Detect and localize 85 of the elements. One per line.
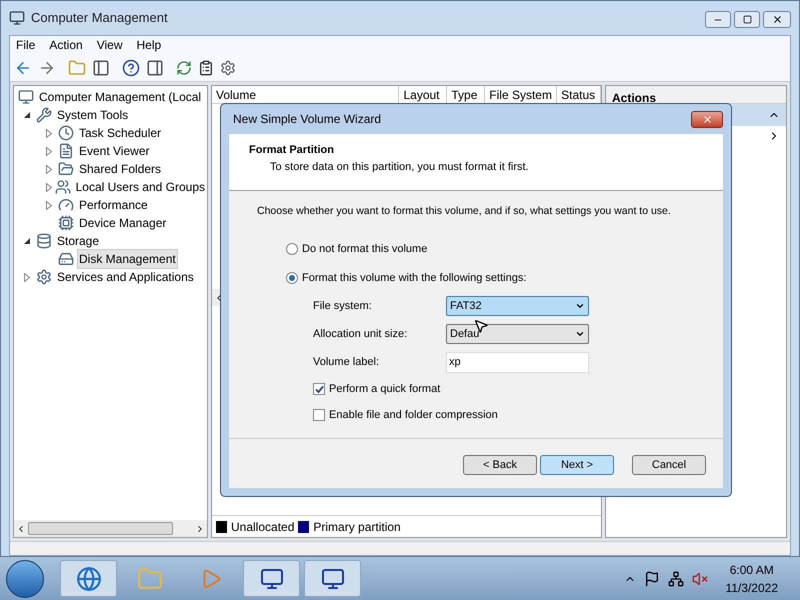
tree-item[interactable]: System Tools: [55, 105, 130, 125]
tree-item[interactable]: Local Users and Groups: [74, 177, 207, 197]
radio-label: Format this volume with the following settings:: [302, 270, 526, 286]
collapsed-arrow-icon[interactable]: [46, 146, 52, 156]
clock-icon: [58, 125, 74, 141]
collapsed-arrow-icon[interactable]: [46, 182, 52, 192]
tree-item[interactable]: Disk Management: [77, 249, 178, 269]
expanded-arrow-icon[interactable]: [24, 238, 30, 244]
computer-icon: [9, 10, 25, 26]
close-icon: [772, 14, 782, 25]
close-button[interactable]: [691, 110, 723, 128]
field-label: Allocation unit size:: [313, 326, 408, 342]
drive-icon: [58, 251, 74, 267]
start-button[interactable]: [6, 560, 44, 598]
network-icon[interactable]: [668, 570, 684, 586]
tree-item[interactable]: Device Manager: [77, 213, 168, 233]
instruction-text: Choose whether you want to format this volume, and if so, what settings you want to use.: [257, 204, 671, 218]
collapsed-arrow-icon[interactable]: [46, 200, 52, 210]
scrollbar-drawing[interactable]: [14, 520, 207, 537]
gear-icon[interactable]: [220, 60, 236, 76]
maximize-button[interactable]: [734, 11, 760, 28]
gear-icon: [36, 269, 52, 285]
checkbox[interactable]: [313, 408, 325, 421]
page-heading: Format Partition: [249, 143, 335, 158]
tree-item[interactable]: Shared Folders: [77, 159, 164, 179]
panel-icon[interactable]: [92, 58, 110, 76]
dialog-title: New Simple Volume Wizard: [233, 111, 382, 128]
globe-icon: [76, 566, 102, 592]
input-field[interactable]: xp: [446, 352, 589, 372]
actions-header: Actions: [612, 91, 656, 105]
menu-item[interactable]: Action: [49, 36, 83, 54]
tree-item[interactable]: Task Scheduler: [77, 123, 164, 143]
menu-item[interactable]: File: [16, 36, 36, 54]
flag-icon[interactable]: [644, 570, 660, 586]
tree-item[interactable]: Event Viewer: [77, 141, 152, 161]
taskbar-button[interactable]: [304, 560, 361, 597]
tree-item[interactable]: Performance: [77, 195, 150, 215]
tree-item[interactable]: Computer Management (Local: [37, 87, 204, 107]
legend-label: Primary partition: [313, 518, 401, 536]
collapsed-arrow-icon[interactable]: [24, 272, 30, 282]
computer-icon: [320, 566, 344, 590]
computer-icon: [260, 566, 284, 590]
legend-label: Unallocated: [231, 518, 294, 536]
panel-icon[interactable]: [146, 58, 164, 76]
taskbar-button[interactable]: [243, 560, 300, 597]
chip-icon: [58, 215, 74, 231]
tree-item[interactable]: Services and Applications: [55, 267, 196, 287]
wizard-button[interactable]: < Back: [463, 454, 537, 475]
radio-button[interactable]: [286, 272, 298, 284]
users-icon: [54, 179, 71, 195]
log-icon: [58, 143, 74, 159]
wizard-button[interactable]: Cancel: [632, 454, 706, 475]
close-icon: [702, 114, 712, 124]
radio-label: Do not format this volume: [302, 242, 428, 257]
wrench-icon: [36, 107, 52, 123]
folder-icon: [58, 161, 74, 177]
menu-item[interactable]: View: [96, 36, 122, 54]
dropdown-field[interactable]: FAT32: [446, 296, 589, 316]
clock-date[interactable]: 11/3/2022: [726, 578, 778, 596]
window-title: Computer Management: [31, 9, 168, 28]
taskbar-button[interactable]: [60, 560, 117, 597]
field-label: Volume label:: [313, 354, 380, 370]
checkbox-label: Enable file and folder compression: [329, 408, 498, 422]
collapsed-arrow-icon[interactable]: [46, 128, 52, 138]
clock-time[interactable]: 6:00 AM: [730, 560, 774, 578]
maximize-icon: [742, 15, 752, 24]
dropdown-field[interactable]: Defau: [446, 324, 589, 344]
wizard-button[interactable]: Next >: [540, 454, 614, 475]
collapsed-arrow-icon[interactable]: [46, 164, 52, 174]
computer-icon: [18, 89, 34, 105]
page-subheading: To store data on this partition, you must format it first.: [270, 160, 530, 174]
folder-icon: [136, 566, 162, 592]
close-button[interactable]: [763, 11, 791, 28]
refresh-icon[interactable]: [176, 60, 192, 76]
help-icon[interactable]: [122, 58, 140, 76]
radio-button[interactable]: [286, 243, 298, 256]
gauge-icon: [58, 197, 74, 213]
checkbox-label: Perform a quick format: [329, 382, 440, 397]
field-label: File system:: [313, 298, 373, 314]
muted-speaker-icon[interactable]: [692, 570, 708, 586]
expanded-arrow-icon[interactable]: [24, 112, 30, 118]
storage-icon: [36, 233, 52, 249]
menu-item[interactable]: Help: [136, 36, 162, 54]
tree-item[interactable]: Storage: [55, 231, 102, 251]
checkbox[interactable]: [313, 383, 325, 396]
